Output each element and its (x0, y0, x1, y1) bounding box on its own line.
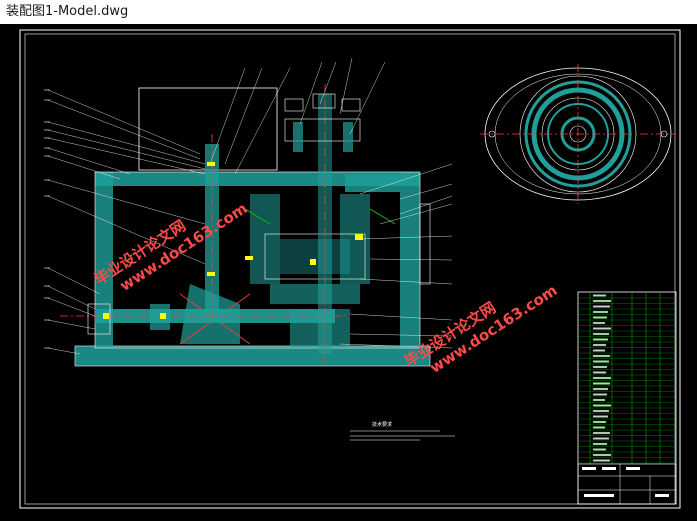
tech-requirements: 技术要求 (350, 421, 455, 441)
leader-lines-top (209, 57, 386, 175)
window-titlebar: 装配图1-Model.dwg (0, 0, 697, 24)
base-plate (75, 346, 430, 366)
parts-list-table (577, 291, 677, 505)
tech-requirements-title: 技术要求 (372, 421, 392, 428)
right-wall (400, 172, 420, 348)
window-title: 装配图1-Model.dwg (6, 4, 129, 19)
drawing-viewport[interactable]: 技术要求 毕业设计论文网 www.doc163.com 毕业设计论文网 www.… (0, 24, 697, 521)
top-view (480, 64, 676, 204)
